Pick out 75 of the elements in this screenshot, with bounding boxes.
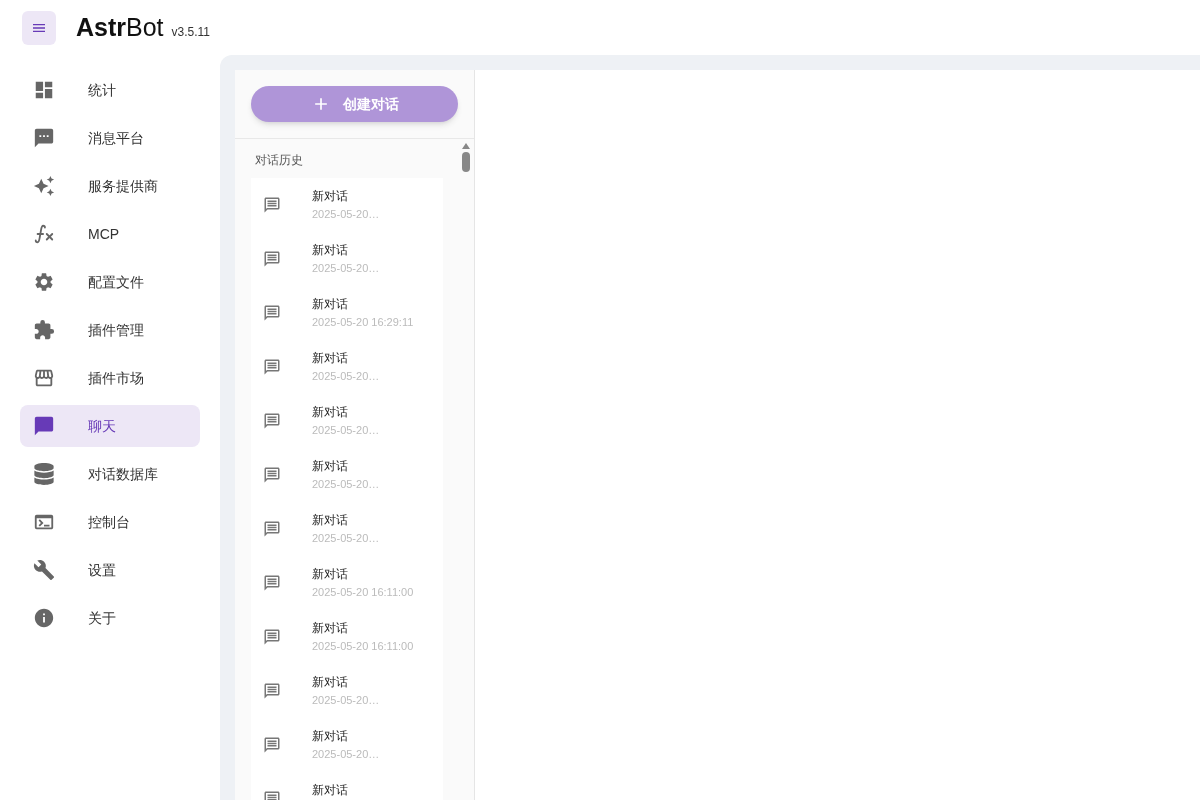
conversation-item[interactable]: 新对话 2025-05-20 16:11:00 xyxy=(251,610,443,664)
conversation-item[interactable]: 新对话 2025-05-20… xyxy=(251,502,443,556)
conversation-title: 新对话 xyxy=(312,566,349,582)
conversation-time: 2025-05-20 16:11:00 xyxy=(312,639,414,654)
sidebar-item[interactable]: 统计 xyxy=(20,69,200,111)
sidebar-item[interactable]: 插件市场 xyxy=(20,357,200,399)
conversation-title: 新对话 xyxy=(312,782,348,798)
sidebar-item[interactable]: 服务提供商 xyxy=(20,165,200,207)
conversation-item[interactable]: 新对话 2025-05-20… xyxy=(251,718,443,772)
sidebar-item[interactable]: 对话数据库 xyxy=(20,453,200,495)
conversation-item[interactable]: 新对话 2025-05-20 16:29:11 xyxy=(251,286,443,340)
message-icon xyxy=(263,304,281,322)
message-icon xyxy=(263,574,281,592)
info-icon xyxy=(33,607,55,629)
database-icon xyxy=(33,463,55,485)
conversation-item[interactable]: 新对话 2025-05-20… xyxy=(251,664,443,718)
puzzle-icon xyxy=(33,319,55,341)
conversation-item[interactable]: 新对话 xyxy=(251,772,443,800)
message-icon xyxy=(263,520,281,538)
conversation-item[interactable]: 新对话 2025-05-20… xyxy=(251,232,443,286)
conversation-title: 新对话 xyxy=(312,296,349,312)
conversation-title: 新对话 xyxy=(312,458,349,474)
conversation-item[interactable]: 新对话 2025-05-20… xyxy=(251,340,443,394)
message-icon xyxy=(263,196,281,214)
settings-icon xyxy=(33,271,55,293)
chat-bubble-icon xyxy=(33,415,55,437)
app-logo: AstrBot xyxy=(76,11,164,43)
sidebar-item[interactable]: 插件管理 xyxy=(20,309,200,351)
message-icon xyxy=(33,127,55,149)
wrench-icon xyxy=(33,559,55,581)
menu-button[interactable] xyxy=(22,10,56,45)
conversation-time: 2025-05-20… xyxy=(312,477,380,492)
conversation-item[interactable]: 新对话 2025-05-20 16:11:00 xyxy=(251,556,443,610)
message-icon xyxy=(263,412,281,430)
conversation-title: 新对话 xyxy=(312,404,349,420)
sidebar-item[interactable]: 消息平台 xyxy=(20,117,200,159)
function-icon xyxy=(33,223,55,245)
message-icon xyxy=(263,682,281,700)
conversation-item[interactable]: 新对话 2025-05-20… xyxy=(251,394,443,448)
sidebar-item[interactable]: 设置 xyxy=(20,549,200,591)
history-title: 对话历史 xyxy=(254,152,304,169)
message-icon xyxy=(263,250,281,268)
conversation-time: 2025-05-20… xyxy=(312,531,380,546)
sidebar-item[interactable]: 聊天 xyxy=(20,405,200,447)
message-icon xyxy=(263,358,281,376)
conversation-time: 2025-05-20… xyxy=(312,423,380,438)
conversation-title: 新对话 xyxy=(312,674,349,690)
dashboard-icon xyxy=(33,79,55,101)
scroll-up-arrow-icon[interactable] xyxy=(462,143,470,149)
sidebar-item[interactable]: 配置文件 xyxy=(20,261,200,303)
conversation-time: 2025-05-20… xyxy=(312,369,380,384)
scrollbar-thumb[interactable] xyxy=(462,152,470,172)
conversation-time: 2025-05-20… xyxy=(312,261,380,276)
conversation-time: 2025-05-20 16:29:11 xyxy=(312,315,414,330)
storefront-icon xyxy=(33,367,55,389)
conversation-title: 新对话 xyxy=(312,512,349,528)
conversation-title: 新对话 xyxy=(312,620,349,636)
conversation-time: 2025-05-20… xyxy=(312,693,380,708)
conversation-time: 2025-05-20 16:11:00 xyxy=(312,585,414,600)
conversation-title: 新对话 xyxy=(312,350,349,366)
sparkles-icon xyxy=(33,175,55,197)
conversation-time: 2025-05-20… xyxy=(312,207,380,222)
version-label: v3.5.11 xyxy=(171,23,211,41)
conversation-title: 新对话 xyxy=(312,188,349,204)
sidebar-item[interactable]: MCP xyxy=(20,213,200,255)
sidebar-item[interactable]: 控制台 xyxy=(20,501,200,543)
conversation-item[interactable]: 新对话 2025-05-20… xyxy=(251,178,443,232)
message-icon xyxy=(263,628,281,646)
conversation-item[interactable]: 新对话 2025-05-20… xyxy=(251,448,443,502)
sidebar-item[interactable]: 关于 xyxy=(20,597,200,639)
conversation-time: 2025-05-20… xyxy=(312,747,380,762)
message-icon xyxy=(263,736,281,754)
conversation-title: 新对话 xyxy=(312,728,349,744)
message-icon xyxy=(263,466,281,484)
conversation-title: 新对话 xyxy=(312,242,349,258)
